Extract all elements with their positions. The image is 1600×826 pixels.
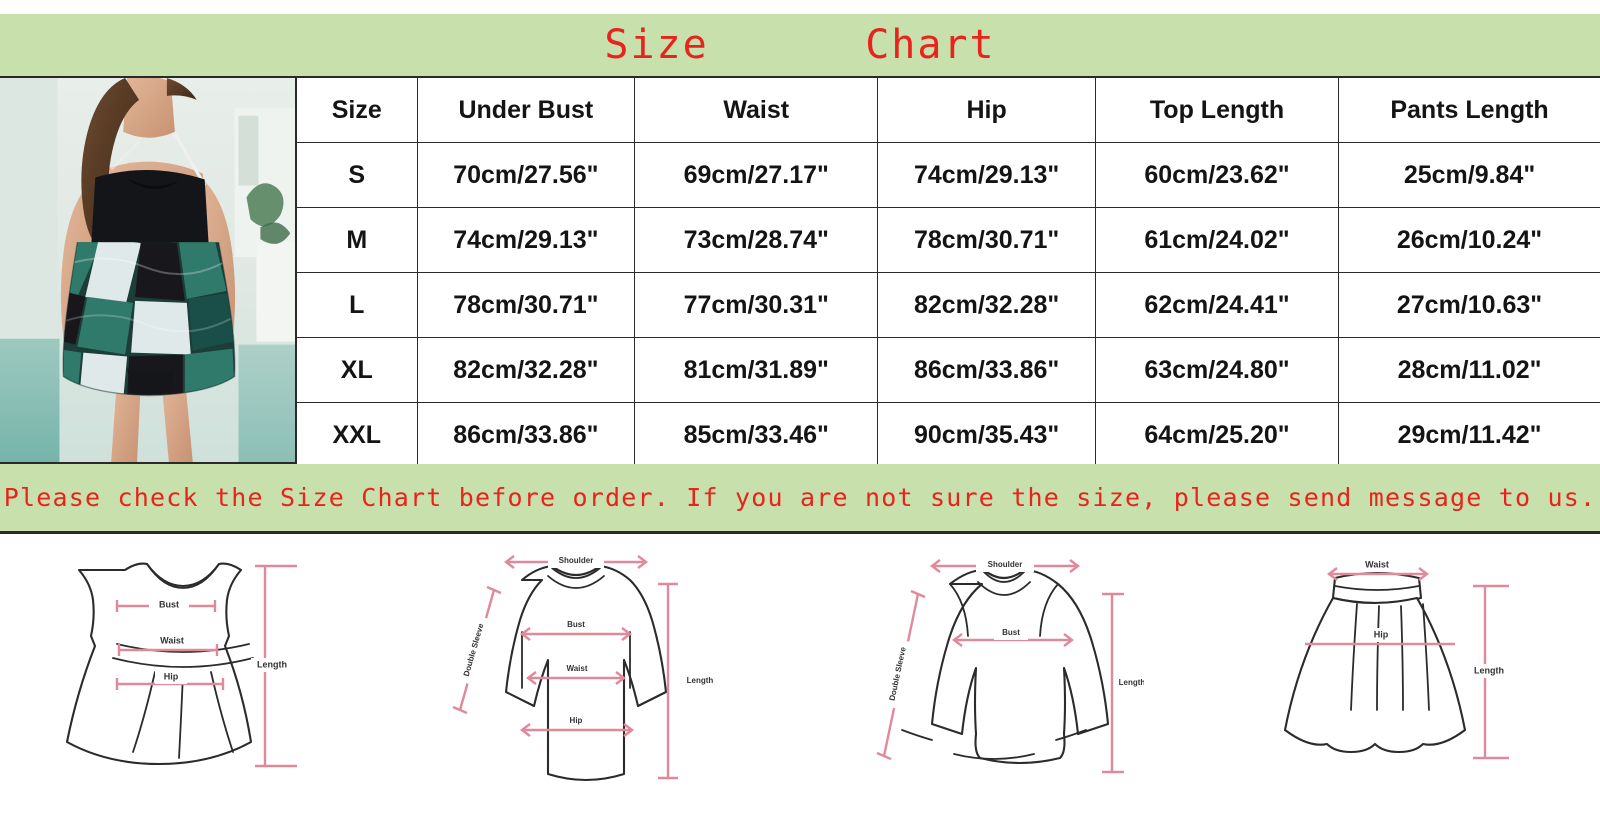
label-bust: Bust — [159, 599, 179, 609]
table-row: XXL 86cm/33.86" 85cm/33.46" 90cm/35.43" … — [297, 402, 1600, 467]
cell-under-bust: 82cm/32.28" — [416, 337, 636, 403]
label-shoulder: Shoulder — [987, 560, 1022, 569]
column-header-under-bust: Under Bust — [416, 78, 636, 143]
label-length: Length — [1474, 665, 1504, 675]
table-row: S 70cm/27.56" 69cm/27.17" 74cm/29.13" 60… — [297, 142, 1600, 208]
column-header-pants-length: Pants Length — [1338, 78, 1600, 143]
notice-band: Please check the Size Chart before order… — [0, 464, 1600, 534]
label-length: Length — [257, 659, 287, 669]
cell-top-length: 62cm/24.41" — [1094, 272, 1340, 338]
cell-pants-length: 29cm/11.42" — [1338, 402, 1600, 467]
label-waist: Waist — [1365, 559, 1389, 569]
cell-size: XL — [297, 337, 418, 403]
page-title: Size Chart — [604, 22, 996, 68]
label-bust: Bust — [567, 620, 585, 629]
cell-hip: 86cm/33.86" — [877, 337, 1096, 403]
cell-top-length: 60cm/23.62" — [1094, 142, 1340, 208]
cell-under-bust: 78cm/30.71" — [416, 272, 636, 338]
chart-area: Size Under Bust Waist Hip Top Length Pan… — [0, 76, 1600, 467]
cell-top-length: 63cm/24.80" — [1094, 337, 1340, 403]
cell-pants-length: 28cm/11.02" — [1338, 337, 1600, 403]
long-sleeve-top-icon: Shoulder Double Sleeve Bust Waist Hip Le… — [452, 554, 723, 781]
cell-pants-length: 25cm/9.84" — [1338, 142, 1600, 208]
diagram-long-sleeve-top: Shoulder Double Sleeve Bust Waist Hip Le… — [426, 537, 726, 797]
cell-pants-length: 26cm/10.24" — [1338, 207, 1600, 273]
cell-waist: 73cm/28.74" — [634, 207, 879, 273]
cell-size: XXL — [297, 402, 418, 467]
column-header-size: Size — [297, 78, 418, 143]
size-chart-table: Size Under Bust Waist Hip Top Length Pan… — [297, 78, 1600, 467]
column-header-hip: Hip — [877, 78, 1096, 143]
cell-size: L — [297, 272, 418, 338]
column-header-top-length: Top Length — [1094, 78, 1340, 143]
label-waist: Waist — [160, 635, 184, 645]
sleeveless-dress-icon: Bust Waist Hip Length — [65, 562, 297, 768]
title-band: Size Chart — [0, 14, 1600, 76]
cell-pants-length: 27cm/10.63" — [1338, 272, 1600, 338]
table-row: L 78cm/30.71" 77cm/30.31" 82cm/32.28" 62… — [297, 272, 1600, 338]
cell-under-bust: 74cm/29.13" — [416, 207, 636, 273]
cell-under-bust: 70cm/27.56" — [416, 142, 636, 208]
label-shoulder: Shoulder — [559, 556, 594, 565]
measurement-diagrams: Bust Waist Hip Length Shoulder Double Sl… — [0, 537, 1600, 826]
cell-waist: 85cm/33.46" — [634, 402, 879, 467]
diagram-sleeveless-dress: Bust Waist Hip Length — [59, 537, 309, 797]
cell-under-bust: 86cm/33.86" — [416, 402, 636, 467]
label-bust: Bust — [1002, 628, 1020, 637]
label-waist: Waist — [567, 664, 588, 673]
table-row: M 74cm/29.13" 73cm/28.74" 78cm/30.71" 61… — [297, 207, 1600, 273]
skirt-icon: Waist Hip Length — [1284, 558, 1512, 760]
cell-hip: 78cm/30.71" — [877, 207, 1096, 273]
cell-hip: 74cm/29.13" — [877, 142, 1096, 208]
diagram-skirt: Waist Hip Length — [1261, 537, 1541, 797]
cell-waist: 77cm/30.31" — [634, 272, 879, 338]
sweatshirt-icon: Shoulder Double Sleeve Bust Length — [876, 558, 1144, 774]
size-chart-page: Size Chart Size Under Bust Waist Hip Top… — [0, 0, 1600, 826]
label-hip: Hip — [1374, 629, 1389, 639]
label-length: Length — [687, 676, 714, 685]
product-photo — [0, 78, 297, 462]
table-header-row: Size Under Bust Waist Hip Top Length Pan… — [297, 78, 1600, 143]
notice-text: Please check the Size Chart before order… — [3, 483, 1597, 512]
cell-size: M — [297, 207, 418, 273]
table-row: XL 82cm/32.28" 81cm/31.89" 86cm/33.86" 6… — [297, 337, 1600, 403]
product-photo-illustration — [0, 78, 295, 462]
cell-waist: 81cm/31.89" — [634, 337, 879, 403]
column-header-waist: Waist — [634, 78, 879, 143]
label-length: Length — [1118, 678, 1143, 687]
cell-top-length: 64cm/25.20" — [1094, 402, 1340, 467]
cell-size: S — [297, 142, 418, 208]
label-hip: Hip — [164, 671, 179, 681]
cell-hip: 82cm/32.28" — [877, 272, 1096, 338]
diagram-sweatshirt: Shoulder Double Sleeve Bust Length — [844, 537, 1144, 797]
label-hip: Hip — [570, 716, 583, 725]
cell-waist: 69cm/27.17" — [634, 142, 879, 208]
cell-top-length: 61cm/24.02" — [1094, 207, 1340, 273]
cell-hip: 90cm/35.43" — [877, 402, 1096, 467]
